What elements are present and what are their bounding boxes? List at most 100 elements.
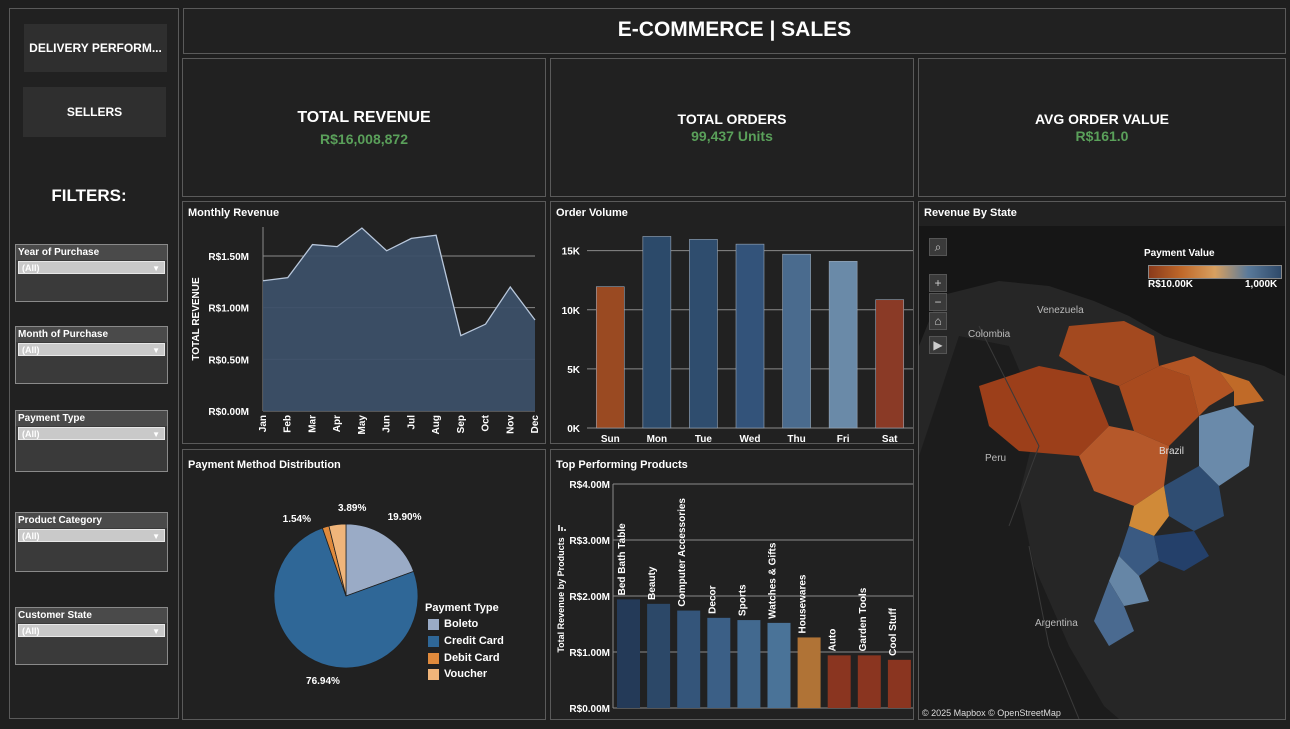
sellers-button[interactable]: SELLERS	[23, 87, 166, 137]
map-legend-max: 1,000K	[1245, 279, 1278, 290]
filter-month-label: Month of Purchase	[16, 327, 167, 342]
filter-month: Month of Purchase (All) ▼	[15, 326, 168, 384]
map-legend-gradient	[1148, 265, 1282, 279]
filter-month-select[interactable]: (All) ▼	[18, 343, 165, 356]
delivery-performance-button[interactable]: DELIVERY PERFORM...	[24, 24, 167, 72]
filter-payment-select[interactable]: (All) ▼	[18, 427, 165, 440]
x-tick-label: Jan	[258, 415, 269, 432]
map-zoom-in-button[interactable]: +	[929, 274, 947, 292]
legend-credit-card[interactable]: Credit Card	[428, 635, 504, 647]
product-bar	[707, 617, 731, 708]
product-label: Sports	[737, 584, 748, 616]
x-tick-label: Sep	[456, 415, 467, 433]
x-tick-label: Thu	[787, 434, 805, 443]
kpi-revenue-title: TOTAL REVENUE	[297, 109, 431, 126]
legend-swatch	[428, 635, 439, 647]
product-label: Watches & Gifts	[768, 542, 779, 619]
bar-wed	[735, 243, 765, 429]
kpi-total-orders: TOTAL ORDERS 99,437 Units	[550, 58, 914, 197]
filter-category-label: Product Category	[16, 513, 167, 528]
filter-category-select[interactable]: (All) ▼	[18, 529, 165, 542]
chevron-down-icon: ▼	[152, 346, 160, 355]
filter-product-category: Product Category (All) ▼	[15, 512, 168, 572]
map-home-button[interactable]: ⌂	[929, 312, 947, 330]
revenue-by-state-panel: Revenue By State Venezuela Colombia Peru…	[918, 201, 1286, 720]
map-legend-title: Payment Value	[1144, 248, 1215, 259]
map-label-peru: Peru	[985, 453, 1007, 464]
map-zoom-out-button[interactable]: −	[929, 293, 947, 311]
product-label: Housewares	[798, 574, 809, 633]
top-products-chart: R$0.00M R$1.00M R$2.00M R$3.00M R$4.00M Bed B…	[556, 480, 913, 715]
payment-pie-chart: 19.90% 76.94% 1.54% 3.89%	[273, 503, 422, 687]
pie-value-label: 1.54%	[283, 514, 311, 525]
bar-sun	[595, 286, 625, 429]
product-label: Beauty	[647, 566, 658, 600]
search-icon: ⌕	[934, 239, 942, 254]
pie-value-label: 76.94%	[306, 676, 340, 687]
x-tick-label: Tue	[695, 434, 712, 443]
x-tick-label: Oct	[481, 414, 492, 431]
y-tick-label: R$1.00M	[569, 648, 610, 659]
filter-year: Year of Purchase (All) ▼	[15, 244, 168, 302]
y-axis-label: TOTAL REVENUE	[191, 277, 202, 361]
product-bar	[767, 622, 791, 708]
filter-state-select[interactable]: (All) ▼	[18, 624, 165, 637]
kpi-aov-title: AVG ORDER VALUE	[1034, 111, 1170, 127]
chevron-down-icon: ▼	[152, 430, 160, 439]
top-products-panel: Top Performing Products R$0.00M R$1.00M R$…	[550, 449, 914, 720]
filter-year-label: Year of Purchase	[16, 245, 167, 260]
product-label: Computer Accessories	[677, 498, 688, 607]
product-bar	[677, 610, 701, 708]
y-tick-label: R$0.00M	[208, 407, 249, 418]
pie-value-label: 19.90%	[388, 512, 422, 523]
x-tick-label: Aug	[431, 415, 442, 434]
map-title: Revenue By State	[924, 207, 1017, 219]
y-tick-label: R$0.00M	[569, 704, 610, 715]
map-legend-min: R$10.00K	[1148, 279, 1194, 290]
x-tick-label: Feb	[283, 415, 294, 433]
product-bar	[737, 620, 761, 708]
monthly-revenue-panel: Monthly Revenue R$0.00M R$0.50M R$1.00M R$1…	[182, 201, 546, 444]
product-label: Bed Bath Table	[617, 523, 628, 595]
x-tick-label: Nov	[505, 415, 516, 434]
product-label: Garden Tools	[858, 587, 869, 651]
page-title: E-COMMERCE | SALES	[617, 18, 852, 41]
product-label: Decor	[707, 585, 718, 613]
filters-title: FILTERS:	[51, 186, 127, 205]
product-bar	[617, 599, 640, 708]
product-bar	[647, 603, 671, 708]
map-search-button[interactable]: ⌕	[929, 238, 947, 256]
payment-method-panel: Payment Method Distribution 19.90% 76.94%…	[182, 449, 546, 720]
bar-fri	[828, 260, 858, 429]
legend-swatch	[428, 668, 439, 680]
y-tick-label: R$3.00M	[569, 536, 610, 547]
play-icon: ▶	[933, 338, 943, 352]
legend-swatch	[428, 618, 439, 630]
home-icon: ⌂	[934, 314, 942, 328]
legend-boleto[interactable]: Boleto	[428, 618, 478, 630]
x-tick-label: May	[357, 415, 368, 435]
x-tick-label: Fri	[837, 434, 850, 443]
sort-icon	[561, 527, 563, 531]
x-tick-label: Jun	[382, 415, 393, 433]
x-tick-label: Mon	[647, 434, 668, 443]
kpi-aov-value: R$161.0	[1075, 128, 1129, 144]
x-tick-label: Dec	[530, 415, 541, 434]
legend-voucher[interactable]: Voucher	[428, 668, 487, 680]
y-tick-label: R$4.00M	[569, 480, 610, 491]
legend-debit-card[interactable]: Debit Card	[428, 652, 500, 664]
map-attribution[interactable]: © 2025 Mapbox © OpenStreetMap	[922, 708, 1061, 718]
x-tick-label: Apr	[332, 415, 343, 432]
filter-year-select[interactable]: (All) ▼	[18, 261, 165, 274]
map-play-button[interactable]: ▶	[929, 336, 947, 354]
chevron-down-icon: ▼	[152, 532, 160, 541]
y-tick-label: R$1.00M	[208, 304, 249, 315]
x-tick-label: Sat	[882, 434, 898, 443]
filter-payment-label: Payment Type	[16, 411, 167, 426]
monthly-revenue-chart: R$0.00M R$0.50M R$1.00M R$1.50M Jan Feb Mar Apr…	[191, 227, 541, 435]
y-tick-label: 0K	[567, 424, 581, 435]
plus-icon: +	[934, 276, 942, 290]
product-bar	[797, 637, 821, 708]
brazil-map[interactable]	[919, 226, 1285, 719]
y-tick-label: 15K	[562, 247, 581, 258]
